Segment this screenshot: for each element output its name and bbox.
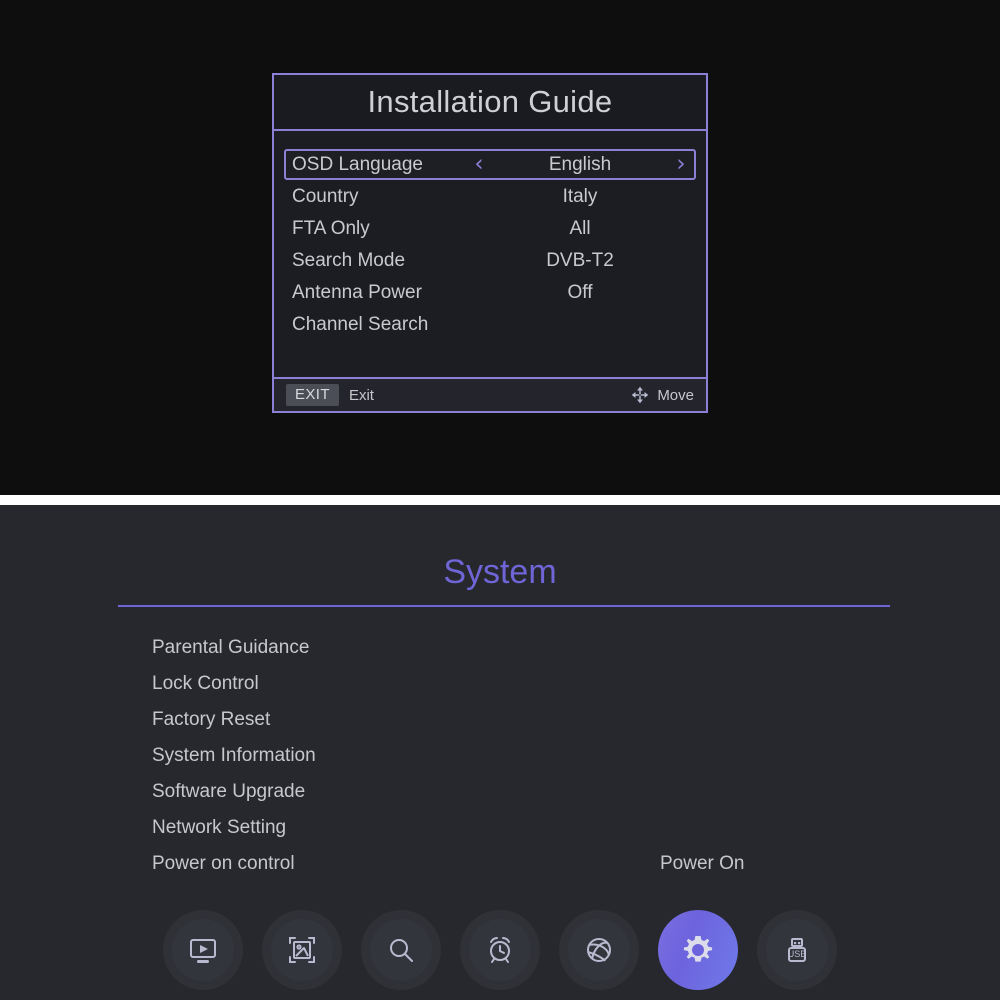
menu-row-channel-search[interactable]: Channel Search — [284, 309, 696, 340]
dock-button-settings[interactable] — [658, 910, 738, 990]
dialog-title-bar: Installation Guide — [274, 75, 706, 131]
dock-button-picture-crop[interactable] — [262, 910, 342, 990]
title-divider-line — [118, 605, 890, 607]
tv-play-icon — [183, 930, 223, 970]
bottom-icon-dock: USB — [0, 900, 1000, 1000]
dock-button-usb[interactable]: USB — [757, 910, 837, 990]
system-menu-screen: System Parental Guidance Lock Control Fa… — [0, 505, 1000, 1000]
dialog-footer-bar: EXIT Exit Move — [274, 377, 706, 411]
menu-row-antenna-power[interactable]: Antenna Power Off — [284, 277, 696, 308]
sidebar-item-power-on-control[interactable]: Power on control Power On — [152, 846, 852, 882]
chevron-left-icon[interactable]: ‹ — [468, 153, 490, 176]
dock-button-globe[interactable] — [559, 910, 639, 990]
panel-divider — [0, 495, 1000, 505]
menu-row-value: All — [569, 217, 591, 239]
sidebar-item-lock-control[interactable]: Lock Control — [152, 666, 852, 702]
sidebar-item-software-upgrade[interactable]: Software Upgrade — [152, 774, 852, 810]
menu-row-osd-language[interactable]: OSD Language ‹ English › — [284, 149, 696, 180]
system-item-label: Parental Guidance — [152, 637, 310, 658]
menu-row-value: English — [548, 153, 612, 175]
menu-row-fta-only[interactable]: FTA Only All — [284, 213, 696, 244]
sidebar-item-system-information[interactable]: System Information — [152, 738, 852, 774]
exit-key-badge[interactable]: EXIT — [286, 384, 339, 406]
menu-row-value: Italy — [562, 185, 598, 207]
menu-row-label: Channel Search — [292, 313, 429, 335]
sidebar-item-factory-reset[interactable]: Factory Reset — [152, 702, 852, 738]
menu-row-label: Search Mode — [292, 249, 406, 271]
menu-row-value: Off — [567, 281, 593, 303]
dialog-menu-list: OSD Language ‹ English › Country Italy F… — [274, 131, 706, 377]
system-item-label: System Information — [152, 745, 316, 766]
system-item-label: Factory Reset — [152, 709, 271, 730]
menu-row-label: FTA Only — [292, 217, 370, 239]
system-item-value: Power On — [660, 853, 745, 874]
installation-guide-dialog: Installation Guide OSD Language ‹ Englis… — [272, 73, 708, 413]
move-hint: Move — [631, 386, 694, 404]
menu-row-search-mode[interactable]: Search Mode DVB-T2 — [284, 245, 696, 276]
svg-text:USB: USB — [788, 949, 807, 959]
system-item-label: Software Upgrade — [152, 781, 306, 802]
globe-icon — [579, 930, 619, 970]
dock-button-tv-play[interactable] — [163, 910, 243, 990]
system-item-label: Network Setting — [152, 817, 287, 838]
page-title: Installation Guide — [367, 84, 613, 119]
system-page-title: System — [443, 553, 557, 591]
menu-row-label: Antenna Power — [292, 281, 422, 303]
system-item-label: Power on control — [152, 853, 295, 874]
installation-guide-screen: Installation Guide OSD Language ‹ Englis… — [0, 0, 1000, 495]
dock-button-alarm-clock[interactable] — [460, 910, 540, 990]
exit-label: Exit — [348, 386, 374, 404]
menu-row-label: Country — [292, 185, 359, 207]
gear-icon — [676, 928, 720, 972]
menu-row-label: OSD Language — [292, 153, 423, 175]
system-menu-list: Parental Guidance Lock Control Factory R… — [152, 630, 852, 882]
sidebar-item-network-setting[interactable]: Network Setting — [152, 810, 852, 846]
screen: Installation Guide OSD Language ‹ Englis… — [0, 0, 1000, 1000]
menu-row-country[interactable]: Country Italy — [284, 181, 696, 212]
menu-row-value: DVB-T2 — [546, 249, 614, 271]
move-arrows-icon — [631, 386, 649, 404]
picture-crop-icon — [282, 930, 322, 970]
sidebar-item-parental-guidance[interactable]: Parental Guidance — [152, 630, 852, 666]
system-item-label: Lock Control — [152, 673, 259, 694]
chevron-right-icon[interactable]: › — [670, 153, 692, 176]
usb-icon: USB — [777, 930, 817, 970]
move-label: Move — [657, 386, 694, 404]
alarm-clock-icon — [480, 930, 520, 970]
search-icon — [381, 930, 421, 970]
dock-button-search[interactable] — [361, 910, 441, 990]
